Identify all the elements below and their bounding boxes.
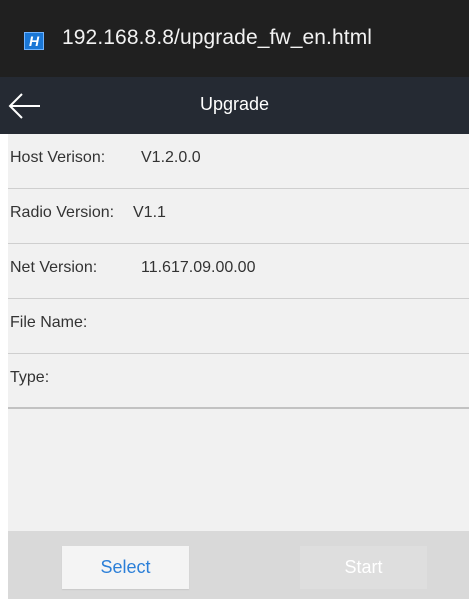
select-button[interactable]: Select [62, 546, 189, 589]
action-bar: Select Start [8, 531, 469, 599]
site-favicon-icon: H [24, 32, 44, 50]
file-name-label: File Name: [10, 314, 88, 331]
net-version-label: Net Version: [10, 259, 98, 276]
type-row: Type: [8, 354, 469, 409]
screen: H 192.168.8.8/upgrade_fw_en.html Upgrade… [0, 0, 469, 599]
page-title: Upgrade [199, 94, 270, 114]
host-version-row: Host Verison: V1.2.0.0 [8, 134, 469, 189]
host-version-label: Host Verison: [10, 149, 106, 166]
radio-version-row: Radio Version: V1.1 [8, 189, 469, 244]
host-version-value: V1.2.0.0 [141, 149, 201, 166]
browser-url-bar[interactable]: H 192.168.8.8/upgrade_fw_en.html [0, 0, 469, 77]
file-name-row: File Name: [8, 299, 469, 354]
radio-version-label: Radio Version: [10, 204, 115, 221]
info-list: Host Verison: V1.2.0.0 Radio Version: V1… [8, 134, 469, 531]
start-button[interactable]: Start [300, 546, 427, 589]
net-version-value: 11.617.09.00.00 [141, 259, 256, 276]
net-version-row: Net Version: 11.617.09.00.00 [8, 244, 469, 299]
radio-version-value: V1.1 [133, 204, 166, 221]
app-header: Upgrade [0, 77, 469, 134]
type-label: Type: [10, 369, 50, 386]
url-text[interactable]: 192.168.8.8/upgrade_fw_en.html [62, 26, 372, 50]
